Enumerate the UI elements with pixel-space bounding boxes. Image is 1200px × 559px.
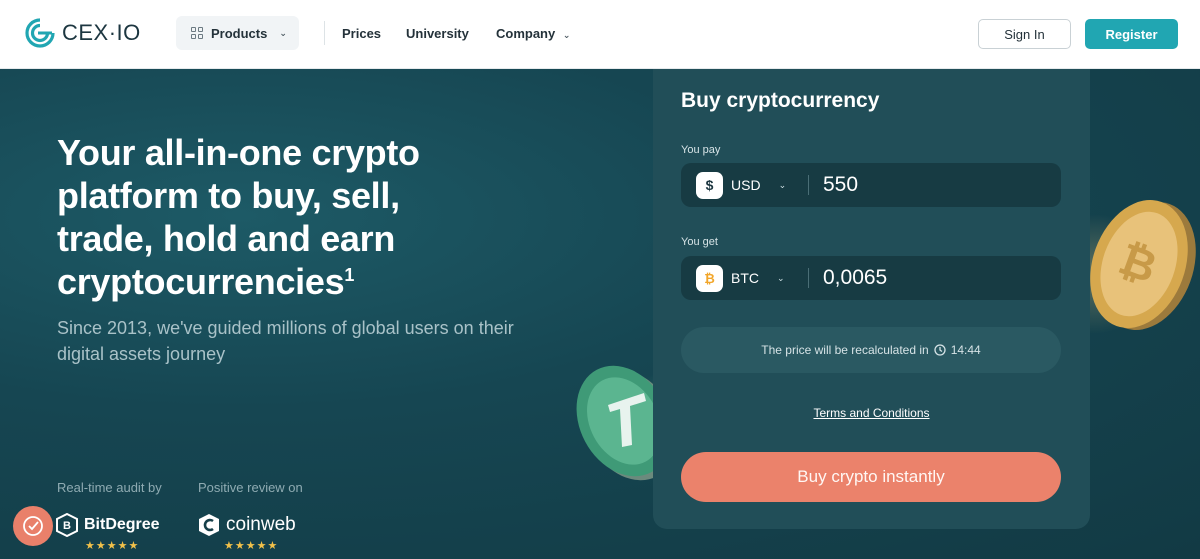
cex-logo[interactable]: CEX·IO [24, 17, 141, 49]
coinweb-name: coinweb [226, 514, 296, 535]
nav-link-company[interactable]: Company ⌄ [496, 26, 570, 41]
chevron-down-icon: ⌄ [279, 27, 287, 38]
get-amount-input[interactable] [823, 256, 1043, 300]
chat-support-button[interactable] [13, 506, 53, 546]
buy-crypto-button[interactable]: Buy crypto instantly [681, 452, 1061, 502]
bitdegree-name: BitDegree [84, 516, 160, 533]
register-button[interactable]: Register [1085, 19, 1178, 49]
hero-section: Your all-in-one crypto platform to buy, … [0, 69, 1200, 559]
nav-link-university[interactable]: University [406, 26, 469, 41]
you-pay-label: You pay [681, 144, 721, 156]
bitcoin-coin-icon: ₿ [1090, 200, 1196, 330]
you-pay-field: $ USD ⌄ [681, 163, 1061, 207]
audit-label: Real-time audit by [57, 480, 162, 495]
company-label: Company [496, 26, 556, 41]
coinweb-logo-icon [199, 514, 219, 536]
chevron-down-icon: ⌄ [777, 272, 785, 283]
cex-logo-icon [25, 18, 55, 48]
get-currency-code: BTC [731, 270, 759, 286]
grid-icon [191, 27, 203, 39]
buy-crypto-card: Buy cryptocurrency You pay $ USD ⌄ You g… [653, 69, 1090, 529]
review-label: Positive review on [198, 480, 303, 495]
bitdegree-logo-icon: B [56, 513, 78, 537]
svg-text:B: B [63, 520, 71, 532]
timer-text: The price will be recalculated in [761, 343, 929, 357]
coinweb-badge[interactable]: coinweb [198, 513, 296, 537]
field-divider [808, 175, 809, 195]
products-label: Products [211, 25, 268, 41]
bitdegree-badge[interactable]: B BitDegree [56, 513, 160, 537]
coinweb-rating-stars: ★★★★★ [224, 540, 279, 552]
products-menu-button[interactable]: Products ⌄ [176, 16, 299, 50]
get-currency-select[interactable]: ₿ BTC ⌄ [681, 256, 808, 300]
footnote-marker[interactable]: 1 [344, 265, 354, 285]
bitdegree-rating-stars: ★★★★★ [85, 540, 140, 552]
nav-divider [324, 21, 325, 45]
price-recalc-timer: The price will be recalculated in 14:44 [681, 327, 1061, 373]
pay-currency-code: USD [731, 177, 761, 193]
chevron-down-icon: ⌄ [778, 179, 787, 190]
clock-icon [934, 344, 946, 356]
bitcoin-icon: ₿ [696, 264, 723, 292]
you-get-label: You get [681, 236, 718, 248]
dollar-icon: $ [696, 171, 723, 199]
buy-card-title: Buy cryptocurrency [681, 89, 880, 112]
nav-link-prices[interactable]: Prices [342, 26, 381, 41]
logo-text: CEX·IO [62, 20, 141, 45]
you-get-field: ₿ BTC ⌄ [681, 256, 1061, 300]
hero-title-text: Your all-in-one crypto platform to buy, … [57, 132, 420, 302]
field-divider [808, 268, 809, 288]
sign-in-button[interactable]: Sign In [978, 19, 1071, 49]
pay-amount-input[interactable] [823, 163, 1043, 207]
hero-subtitle: Since 2013, we've guided millions of glo… [57, 318, 514, 364]
timer-value: 14:44 [950, 343, 981, 357]
chat-icon [23, 516, 43, 536]
hero-title: Your all-in-one crypto platform to buy, … [57, 131, 497, 303]
top-navigation: CEX·IO Products ⌄ Prices University Comp… [0, 0, 1200, 69]
terms-link[interactable]: Terms and Conditions [653, 406, 1090, 420]
chevron-down-icon: ⌄ [562, 30, 571, 40]
pay-currency-select[interactable]: $ USD ⌄ [681, 163, 808, 207]
